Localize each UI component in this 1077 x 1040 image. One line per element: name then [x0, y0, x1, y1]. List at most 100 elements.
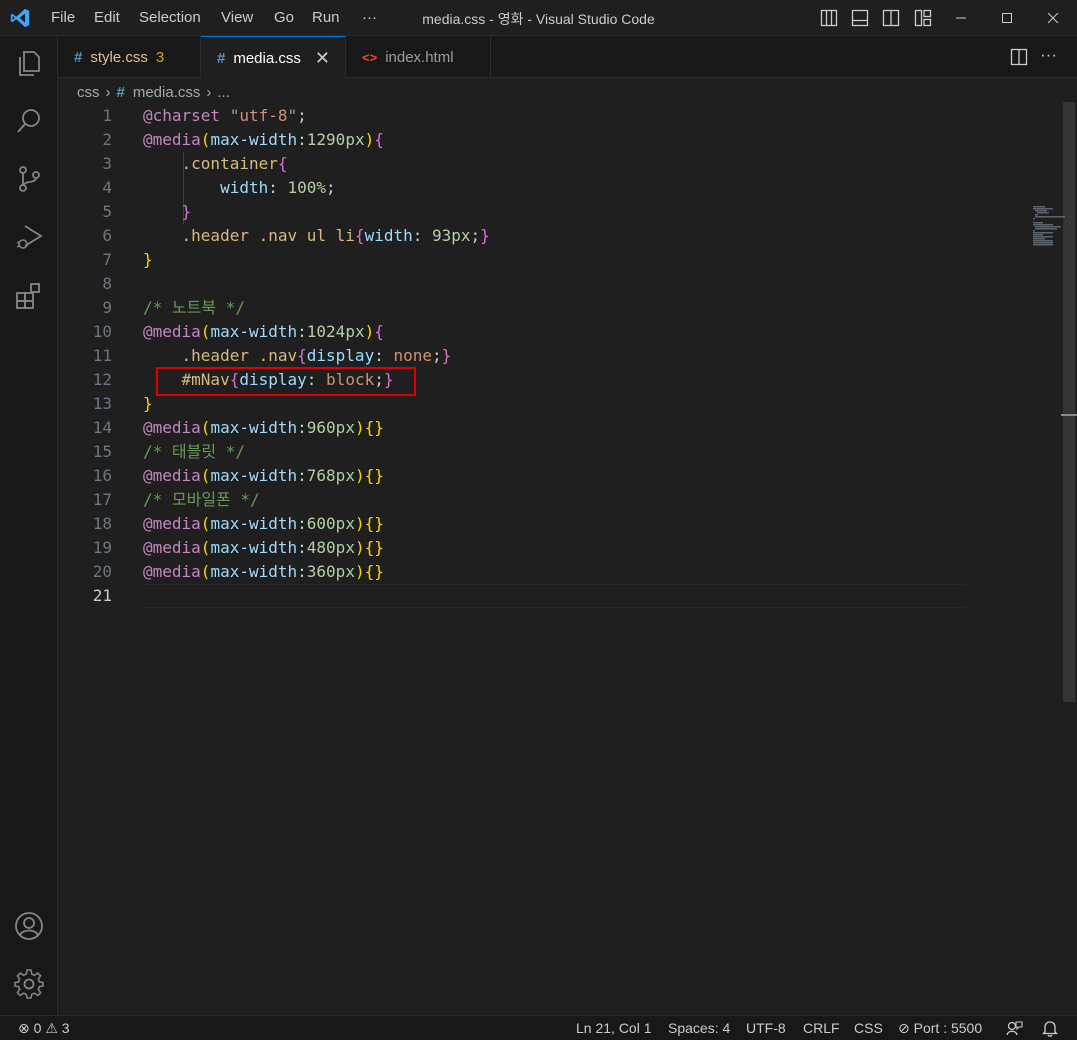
feedback-icon[interactable] [1006, 1020, 1023, 1037]
menu-run[interactable]: Run [312, 9, 340, 26]
no-entry-icon: ⊘ [898, 1020, 910, 1036]
html-file-icon: <> [362, 49, 378, 65]
code-token: ) [354, 466, 365, 485]
code-token: : [297, 322, 307, 341]
code-token: .header .nav [143, 346, 298, 365]
code-token: display [306, 346, 375, 365]
menu-selection[interactable]: Selection [139, 9, 201, 26]
code-text: } [143, 392, 153, 416]
toggle-panel-icon[interactable] [851, 9, 869, 27]
code-text: } [143, 248, 153, 272]
toggle-primary-sidebar-icon[interactable] [820, 9, 838, 27]
code-text: width: 100%; [143, 176, 336, 200]
code-token: width [143, 178, 269, 197]
customize-layout-icon[interactable] [914, 9, 932, 27]
toggle-secondary-sidebar-icon[interactable] [882, 9, 900, 27]
code-token: /* 모바일폰 */ [143, 490, 260, 509]
chevron-right-icon: › [206, 83, 212, 101]
maximize-button[interactable] [995, 6, 1019, 30]
menu-view[interactable]: View [221, 9, 253, 26]
title-bar: File Edit Selection View Go Run ··· medi… [0, 0, 1077, 36]
code-text: .header .nav{display: none;} [143, 344, 452, 368]
status-bar: ⊗ 0 ⚠ 3 Ln 21, Col 1 Spaces: 4 UTF-8 CRL… [0, 1015, 1077, 1040]
breadcrumb-symbols[interactable]: ... [217, 84, 230, 101]
manage-gear-icon[interactable] [13, 968, 45, 1000]
code-token: @media [143, 322, 201, 341]
code-token: : [297, 418, 307, 437]
code-token: @media [143, 562, 201, 581]
code-token: : [297, 562, 307, 581]
language-mode[interactable]: CSS [854, 1020, 883, 1036]
vertical-scrollbar[interactable] [1061, 102, 1077, 1015]
breadcrumb-folder[interactable]: css [77, 84, 100, 101]
code-token: ( [200, 514, 211, 533]
menu-file[interactable]: File [51, 9, 75, 26]
line-number: 9 [102, 298, 112, 317]
code-token: "utf-8" [229, 106, 298, 125]
close-window-button[interactable] [1041, 6, 1065, 30]
explorer-icon[interactable] [13, 47, 45, 79]
code-token: max-width [210, 130, 298, 149]
more-actions-icon[interactable]: ··· [1040, 45, 1057, 65]
code-text: /* 노트북 */ [143, 296, 245, 320]
run-and-debug-icon[interactable] [13, 221, 45, 253]
code-text: @charset "utf-8"; [143, 104, 307, 128]
extensions-icon[interactable] [13, 279, 45, 311]
code-token: @charset [143, 106, 221, 125]
scrollbar-thumb[interactable] [1063, 102, 1075, 702]
line-number: 11 [92, 346, 112, 365]
close-tab-icon[interactable]: ✕ [315, 48, 330, 69]
code-token: ; [432, 346, 442, 365]
code-token: {} [364, 514, 384, 533]
code-token: : [268, 178, 288, 197]
menu-edit[interactable]: Edit [94, 9, 120, 26]
code-text: @media(max-width:1024px){ [143, 320, 384, 344]
breadcrumb-file[interactable]: media.css [133, 84, 201, 101]
code-token: { [354, 226, 365, 245]
problems-status[interactable]: ⊗ 0 ⚠ 3 [18, 1020, 70, 1037]
code-text: /* 태블릿 */ [143, 440, 245, 464]
code-token: { [277, 154, 288, 173]
code-token: max-width [210, 538, 298, 557]
code-token: ) [364, 322, 375, 341]
menu-go[interactable]: Go [274, 9, 294, 26]
encoding-status[interactable]: UTF-8 [746, 1020, 786, 1036]
minimize-button[interactable] [949, 6, 973, 30]
code-token: max-width [210, 514, 298, 533]
code-token: ) [364, 130, 375, 149]
code-token: 960px [306, 418, 355, 437]
tab-style-css[interactable]: # style.css 3 [58, 36, 201, 78]
code-token: : [297, 466, 307, 485]
line-number: 21 [92, 586, 112, 605]
notifications-bell-icon[interactable] [1042, 1020, 1058, 1037]
tab-index-html[interactable]: <> index.html [346, 36, 491, 78]
live-server-status[interactable]: ⊘ Port : 5500 [898, 1020, 982, 1037]
search-icon[interactable] [13, 105, 45, 137]
cursor-position[interactable]: Ln 21, Col 1 [576, 1020, 652, 1036]
code-token: ( [200, 538, 211, 557]
code-token: {} [364, 538, 384, 557]
css-file-icon: # [116, 83, 125, 101]
code-token: 768px [306, 466, 355, 485]
menu-more[interactable]: ··· [362, 9, 377, 26]
code-token: ; [470, 226, 481, 245]
code-text: @media(max-width:480px){} [143, 536, 384, 560]
source-control-icon[interactable] [13, 163, 45, 195]
code-token: 1024px [306, 322, 365, 341]
indentation-status[interactable]: Spaces: 4 [668, 1020, 730, 1036]
split-editor-icon[interactable] [1010, 48, 1028, 66]
code-token: } [480, 226, 490, 245]
code-token: ) [354, 562, 365, 581]
line-number: 7 [102, 250, 112, 269]
eol-status[interactable]: CRLF [803, 1020, 840, 1036]
line-number: 14 [92, 418, 112, 437]
code-text: @media(max-width:960px){} [143, 416, 384, 440]
code-token: .header .nav ul li [143, 226, 355, 245]
tab-bar: # style.css 3 # media.css ✕ <> index.htm… [58, 36, 1077, 79]
activity-bar [0, 36, 58, 1015]
code-text: /* 모바일폰 */ [143, 488, 260, 512]
code-editor[interactable]: 1 @charset "utf-8"; 2 @media(max-width:1290… [58, 104, 1077, 1015]
tab-media-css[interactable]: # media.css ✕ [201, 36, 346, 79]
accounts-icon[interactable] [13, 910, 45, 942]
